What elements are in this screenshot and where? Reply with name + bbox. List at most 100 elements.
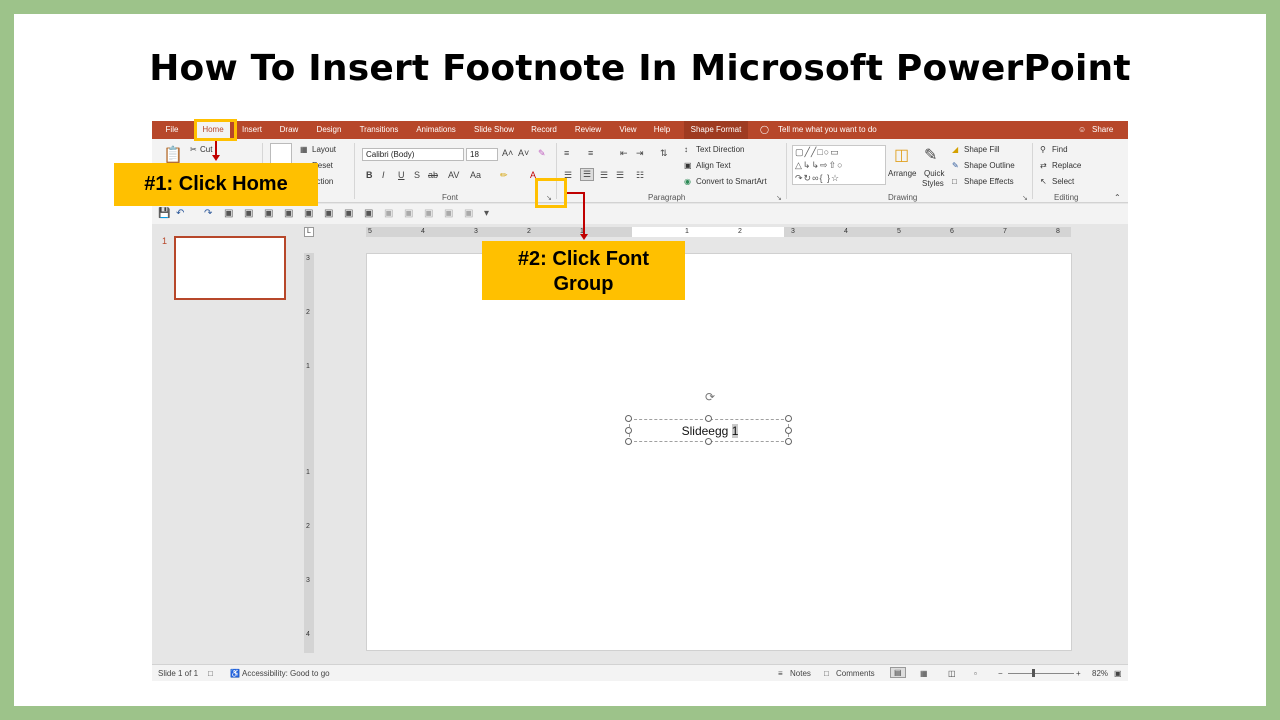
numbering-icon[interactable]: ≡ xyxy=(588,148,593,158)
quick-styles-label-2[interactable]: Styles xyxy=(922,179,944,188)
rotate-handle-icon[interactable]: ⟳ xyxy=(705,390,715,404)
underline-button[interactable]: U xyxy=(398,170,405,180)
increase-indent-icon[interactable]: ⇥ xyxy=(636,148,644,159)
replace-button[interactable]: Replace xyxy=(1052,161,1081,170)
qat-tool-icon[interactable]: ▣ xyxy=(324,208,333,219)
font-size-combo[interactable]: 18 xyxy=(466,148,498,161)
resize-handle[interactable] xyxy=(705,438,712,445)
tab-view[interactable]: View xyxy=(614,121,642,139)
shapes-gallery[interactable]: ▢╱╱□○▭ △↳↳⇨⇧○ ↷↻∞{ }☆ xyxy=(792,145,886,185)
zoom-slider-track[interactable] xyxy=(1008,673,1074,674)
comments-button[interactable]: Comments xyxy=(836,669,875,678)
arrange-icon[interactable]: ◫ xyxy=(894,145,909,165)
bold-button[interactable]: B xyxy=(366,170,373,180)
decrease-indent-icon[interactable]: ⇤ xyxy=(620,148,628,159)
tab-record[interactable]: Record xyxy=(526,121,562,139)
select-button[interactable]: Select xyxy=(1052,177,1074,186)
cut-button[interactable]: Cut xyxy=(200,145,212,154)
slideshow-icon[interactable]: ▫ xyxy=(974,669,977,678)
qat-tool-icon[interactable]: ▣ xyxy=(384,208,393,219)
highlight-icon[interactable]: ✏ xyxy=(500,170,508,181)
layout-button[interactable]: Layout xyxy=(312,145,336,154)
clear-formatting-icon[interactable]: ✎ xyxy=(538,148,546,159)
resize-handle[interactable] xyxy=(625,438,632,445)
align-right-icon[interactable]: ☰ xyxy=(600,170,608,181)
save-icon[interactable]: 💾 xyxy=(158,208,170,219)
shape-effects-button[interactable]: Shape Effects xyxy=(964,177,1014,186)
convert-smartart-button[interactable]: Convert to SmartArt xyxy=(696,177,767,186)
zoom-out-icon[interactable]: − xyxy=(998,669,1003,678)
zoom-slider-thumb[interactable] xyxy=(1032,669,1035,677)
tab-shape-format[interactable]: Shape Format xyxy=(684,121,748,139)
strikethrough-button[interactable]: ab xyxy=(428,170,438,180)
qat-tool-icon[interactable]: ▣ xyxy=(404,208,413,219)
zoom-in-icon[interactable]: + xyxy=(1076,669,1081,678)
text-direction-button[interactable]: Text Direction xyxy=(696,145,744,154)
tab-insert[interactable]: Insert xyxy=(236,121,268,139)
shape-fill-button[interactable]: Shape Fill xyxy=(964,145,1000,154)
undo-icon[interactable]: ↶ xyxy=(176,208,184,219)
horizontal-ruler[interactable]: 5 4 3 2 1 1 2 3 4 5 6 7 8 xyxy=(366,227,1071,237)
line-spacing-icon[interactable]: ⇅ xyxy=(660,148,668,159)
accessibility-status[interactable]: Accessibility: Good to go xyxy=(242,669,330,678)
qat-tool-icon[interactable]: ▣ xyxy=(464,208,473,219)
qat-tool-icon[interactable]: ▣ xyxy=(344,208,353,219)
tab-stop-selector[interactable]: L xyxy=(304,227,314,237)
font-name-combo[interactable]: Calibri (Body) xyxy=(362,148,464,161)
resize-handle[interactable] xyxy=(625,427,632,434)
slide-sorter-icon[interactable]: ▦ xyxy=(920,669,928,678)
drawing-dialog-launcher-icon[interactable]: ↘ xyxy=(1022,194,1028,202)
fit-slide-icon[interactable]: ▣ xyxy=(1114,669,1122,678)
tab-animations[interactable]: Animations xyxy=(410,121,462,139)
qat-tool-icon[interactable]: ▣ xyxy=(424,208,433,219)
shadow-button[interactable]: S xyxy=(414,170,420,180)
align-center-icon[interactable]: ☰ xyxy=(580,168,595,181)
redo-icon[interactable]: ↷ xyxy=(204,208,212,219)
zoom-level[interactable]: 82% xyxy=(1092,669,1108,678)
find-button[interactable]: Find xyxy=(1052,145,1068,154)
slide-thumbnail[interactable] xyxy=(174,236,286,300)
character-spacing-icon[interactable]: AV xyxy=(448,170,459,180)
notes-button[interactable]: Notes xyxy=(790,669,811,678)
qat-tool-icon[interactable]: ▣ xyxy=(364,208,373,219)
grow-font-icon[interactable]: A˄ xyxy=(502,148,513,158)
arrange-button[interactable]: Arrange xyxy=(888,169,916,178)
resize-handle[interactable] xyxy=(785,415,792,422)
tab-review[interactable]: Review xyxy=(570,121,606,139)
slide-canvas[interactable]: ⟳ Slideegg 1 xyxy=(366,253,1072,651)
new-slide-icon[interactable] xyxy=(270,143,292,165)
tab-help[interactable]: Help xyxy=(648,121,676,139)
italic-button[interactable]: I xyxy=(382,170,385,180)
justify-icon[interactable]: ☰ xyxy=(616,170,624,181)
qat-tool-icon[interactable]: ▣ xyxy=(304,208,313,219)
vertical-ruler[interactable]: 3 2 1 1 2 3 4 xyxy=(304,253,314,653)
bullets-icon[interactable]: ≡ xyxy=(564,148,569,158)
normal-view-icon[interactable]: ▤ xyxy=(890,667,906,678)
columns-icon[interactable]: ☷ xyxy=(636,170,644,181)
qat-tool-icon[interactable]: ▣ xyxy=(444,208,453,219)
quick-styles-icon[interactable]: ✎ xyxy=(924,145,937,165)
resize-handle[interactable] xyxy=(705,415,712,422)
shape-outline-button[interactable]: Shape Outline xyxy=(964,161,1015,170)
share-button[interactable]: Share xyxy=(1092,121,1113,139)
resize-handle[interactable] xyxy=(785,438,792,445)
align-text-button[interactable]: Align Text xyxy=(696,161,731,170)
change-case-button[interactable]: Aa xyxy=(470,170,481,180)
qat-tool-icon[interactable]: ▣ xyxy=(264,208,273,219)
customize-qat-icon[interactable]: ▾ xyxy=(484,208,489,219)
qat-tool-icon[interactable]: ▣ xyxy=(224,208,233,219)
tab-transitions[interactable]: Transitions xyxy=(354,121,404,139)
tab-design[interactable]: Design xyxy=(310,121,348,139)
qat-tool-icon[interactable]: ▣ xyxy=(284,208,293,219)
spelling-icon[interactable]: □ xyxy=(208,669,213,678)
quick-styles-label-1[interactable]: Quick xyxy=(924,169,944,178)
paragraph-dialog-launcher-icon[interactable]: ↘ xyxy=(776,194,782,202)
tab-slide-show[interactable]: Slide Show xyxy=(468,121,520,139)
reading-view-icon[interactable]: ◫ xyxy=(948,669,956,678)
tell-me-search[interactable]: Tell me what you want to do xyxy=(778,121,877,139)
tab-draw[interactable]: Draw xyxy=(274,121,304,139)
tab-file[interactable]: File xyxy=(156,121,188,139)
collapse-ribbon-icon[interactable]: ⌃ xyxy=(1114,193,1121,202)
text-box-content[interactable]: Slideegg 1 xyxy=(630,424,790,438)
resize-handle[interactable] xyxy=(625,415,632,422)
